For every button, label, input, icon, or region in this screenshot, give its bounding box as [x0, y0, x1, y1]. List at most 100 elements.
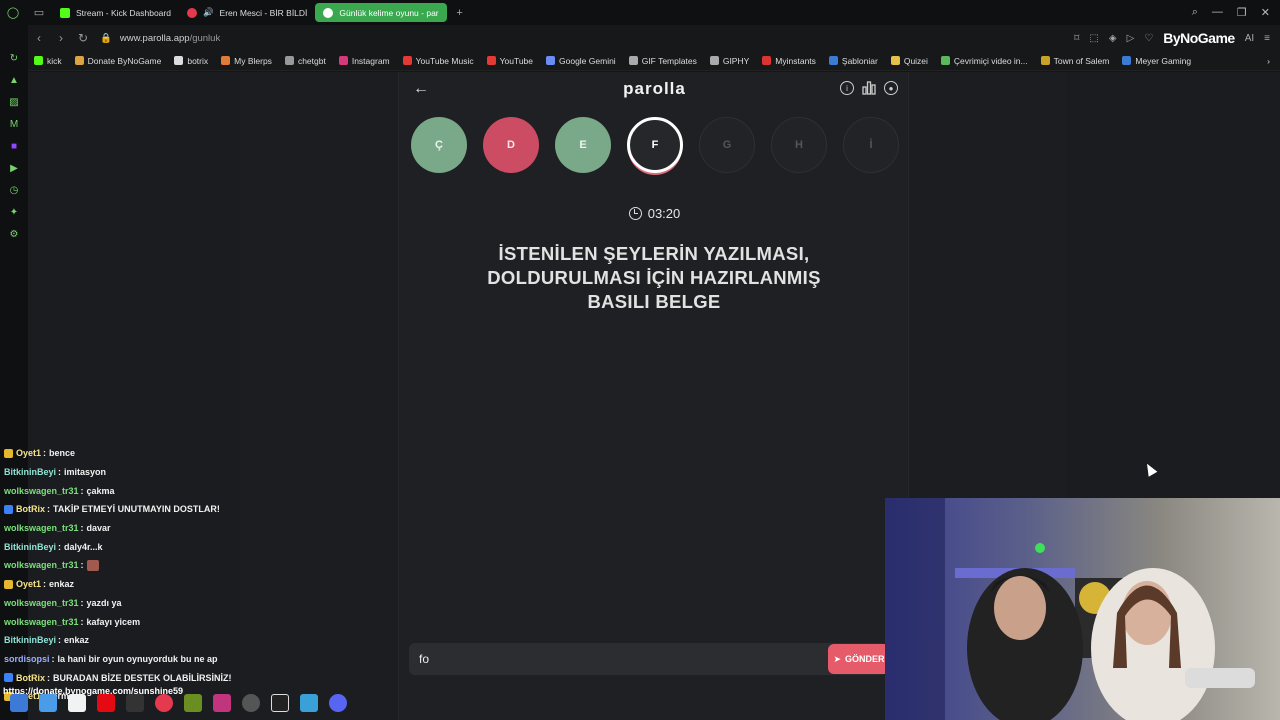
chat-text: yazdı ya	[86, 597, 122, 608]
bookmark-label: kick	[47, 55, 62, 66]
chat-message: wolkswagen_tr31: kafayı yicem	[0, 612, 260, 631]
tab-parolla[interactable]: Günlük kelime oyunu - par	[315, 3, 447, 22]
bookmark-item[interactable]: GIPHY	[709, 56, 749, 66]
bookmark-label: Town of Salem	[1053, 55, 1110, 66]
chat-separator: :	[80, 560, 84, 571]
profile-icon[interactable]: ●	[884, 81, 898, 95]
tab-bar: ◯ ▭ Stream - Kick Dashboard 🔊 Eren Mesci …	[0, 0, 1280, 25]
chat-username[interactable]: BotRix	[16, 504, 45, 514]
chat-username[interactable]: Oyet1	[16, 448, 41, 458]
bookmark-label: Instagram	[351, 55, 390, 66]
chat-username[interactable]: BotRix	[16, 673, 45, 683]
chat-username[interactable]: wolkswagen_tr31	[4, 560, 79, 570]
chat-username[interactable]: wolkswagen_tr31	[4, 523, 79, 533]
shield-icon[interactable]: ◈	[1109, 33, 1117, 44]
bookmark-item[interactable]: Donate ByNoGame	[74, 56, 161, 66]
bookmark-icon[interactable]: ⌑	[1074, 33, 1079, 44]
bookmark-item[interactable]: kick	[34, 56, 62, 66]
reload-icon[interactable]: ↻	[72, 31, 94, 45]
steam-icon[interactable]	[242, 694, 260, 712]
explorer-icon[interactable]	[10, 694, 28, 712]
bookmark-item[interactable]: chetgbt	[284, 56, 326, 66]
bookmark-item[interactable]: YouTube	[486, 56, 533, 66]
app-icon[interactable]	[213, 694, 231, 712]
new-tab-icon[interactable]: +	[447, 0, 473, 25]
chat-username[interactable]: wolkswagen_tr31	[4, 486, 79, 496]
settings-icon[interactable]: ⚙	[0, 223, 28, 245]
send-icon: ➤	[833, 653, 842, 664]
chat-text: enkaz	[49, 579, 75, 590]
timer-value: 03:20	[647, 206, 681, 221]
close-icon[interactable]: ✕	[1261, 6, 1270, 19]
bookmark-item[interactable]: botrix	[174, 56, 208, 66]
answer-input[interactable]	[419, 652, 799, 666]
history-icon[interactable]: ◷	[0, 179, 28, 201]
extensions-icon[interactable]: ✦	[0, 201, 28, 223]
send-button[interactable]: ➤ GÖNDER	[828, 644, 890, 674]
sidebar-ai-icon[interactable]: ▲	[0, 69, 28, 91]
bookmarks-bar: kick Donate ByNoGame botrix My Blerps chetgb…	[28, 51, 1280, 71]
app-icon[interactable]	[300, 694, 318, 712]
sidebar-tools-icon[interactable]: ▨	[0, 91, 28, 113]
bookmark-favicon-icon	[221, 56, 231, 65]
opera-icon[interactable]: ◯	[0, 0, 26, 25]
stats-icon[interactable]	[862, 81, 876, 95]
minecraft-icon[interactable]	[184, 694, 202, 712]
bookmark-item[interactable]: Quizei	[890, 56, 928, 66]
app-icon[interactable]	[39, 694, 57, 712]
heart-icon[interactable]: ♡	[1144, 33, 1153, 44]
app-icon[interactable]	[271, 694, 289, 712]
minimize-icon[interactable]: —	[1212, 6, 1223, 19]
forward-nav-icon[interactable]: ›	[50, 31, 72, 45]
tab-youtube-video[interactable]: 🔊 Eren Mesci - BİR BİLDİ	[179, 3, 315, 22]
workspaces-icon[interactable]: ▭	[26, 0, 52, 25]
chat-text: la hani bir oyun oynuyorduk bu ne ap	[57, 653, 218, 664]
chat-username[interactable]: Oyet1	[16, 579, 41, 589]
bookmark-item[interactable]: Myinstants	[762, 56, 816, 66]
bookmark-item[interactable]: Meyer Gaming	[1122, 56, 1191, 66]
bynogame-overlay-logo: ByNoGame	[1163, 30, 1235, 46]
chat-text: çakma	[86, 485, 115, 496]
bookmarks-more-icon[interactable]: ›	[1267, 56, 1280, 66]
bookmark-item[interactable]: Town of Salem	[1040, 55, 1110, 66]
bookmark-item[interactable]: GIF Templates	[628, 56, 697, 66]
info-icon[interactable]: i	[840, 81, 854, 95]
play-icon[interactable]: ▷	[1127, 33, 1135, 44]
back-nav-icon[interactable]: ‹	[28, 31, 50, 45]
maximize-icon[interactable]: ❐	[1237, 6, 1247, 19]
opera-taskbar-icon[interactable]	[155, 694, 173, 712]
chat-username[interactable]: BitkininBeyi	[4, 542, 56, 552]
bookmark-item[interactable]: Instagram	[338, 55, 390, 66]
bookmark-item[interactable]: Şabloniar	[828, 56, 878, 66]
discord-icon[interactable]	[329, 694, 347, 712]
search-icon[interactable]: ⌕	[1192, 6, 1198, 19]
address-bar: ‹ › ↻ 🔒 www.parolla.app/gunluk ⌑ ⬚ ◈ ▷ ♡ …	[28, 25, 1280, 51]
bookmark-item[interactable]: YouTube Music	[402, 56, 474, 66]
bookmark-favicon-icon	[762, 56, 772, 65]
chat-username[interactable]: sordisopsi	[4, 654, 50, 664]
epic-icon[interactable]	[126, 694, 144, 712]
chat-username[interactable]: BitkininBeyi	[4, 635, 56, 645]
sidebar-arrow-icon[interactable]: ↻	[0, 47, 28, 69]
bookmark-item[interactable]: My Blerps	[221, 56, 272, 66]
chat-text: bence	[49, 448, 76, 459]
chat-username[interactable]: wolkswagen_tr31	[4, 598, 79, 608]
chat-username[interactable]: wolkswagen_tr31	[4, 617, 79, 627]
app-icon[interactable]	[68, 694, 86, 712]
menu-icon[interactable]: ≡	[1264, 33, 1270, 44]
bookmark-favicon-icon	[940, 56, 950, 65]
chat-text: enkaz	[64, 635, 90, 646]
chat-username[interactable]: BitkininBeyi	[4, 467, 56, 477]
bookmark-item[interactable]: Google Gemini	[546, 56, 616, 66]
tab-kick-dashboard[interactable]: Stream - Kick Dashboard	[52, 3, 179, 22]
chat-message: wolkswagen_tr31: davar	[0, 519, 260, 538]
bookmark-item[interactable]: Çevrimiçi video in...	[940, 56, 1028, 66]
sidebar-m-icon[interactable]: M	[0, 113, 28, 135]
ai-button[interactable]: AI	[1245, 33, 1254, 44]
netflix-icon[interactable]	[97, 694, 115, 712]
url-field[interactable]: 🔒 www.parolla.app/gunluk	[100, 33, 220, 44]
answer-box: ➤GÖNDER	[409, 643, 890, 675]
player-icon[interactable]: ▶	[0, 157, 28, 179]
snapshot-icon[interactable]: ⬚	[1089, 33, 1098, 44]
twitch-icon[interactable]: ■	[0, 135, 28, 157]
